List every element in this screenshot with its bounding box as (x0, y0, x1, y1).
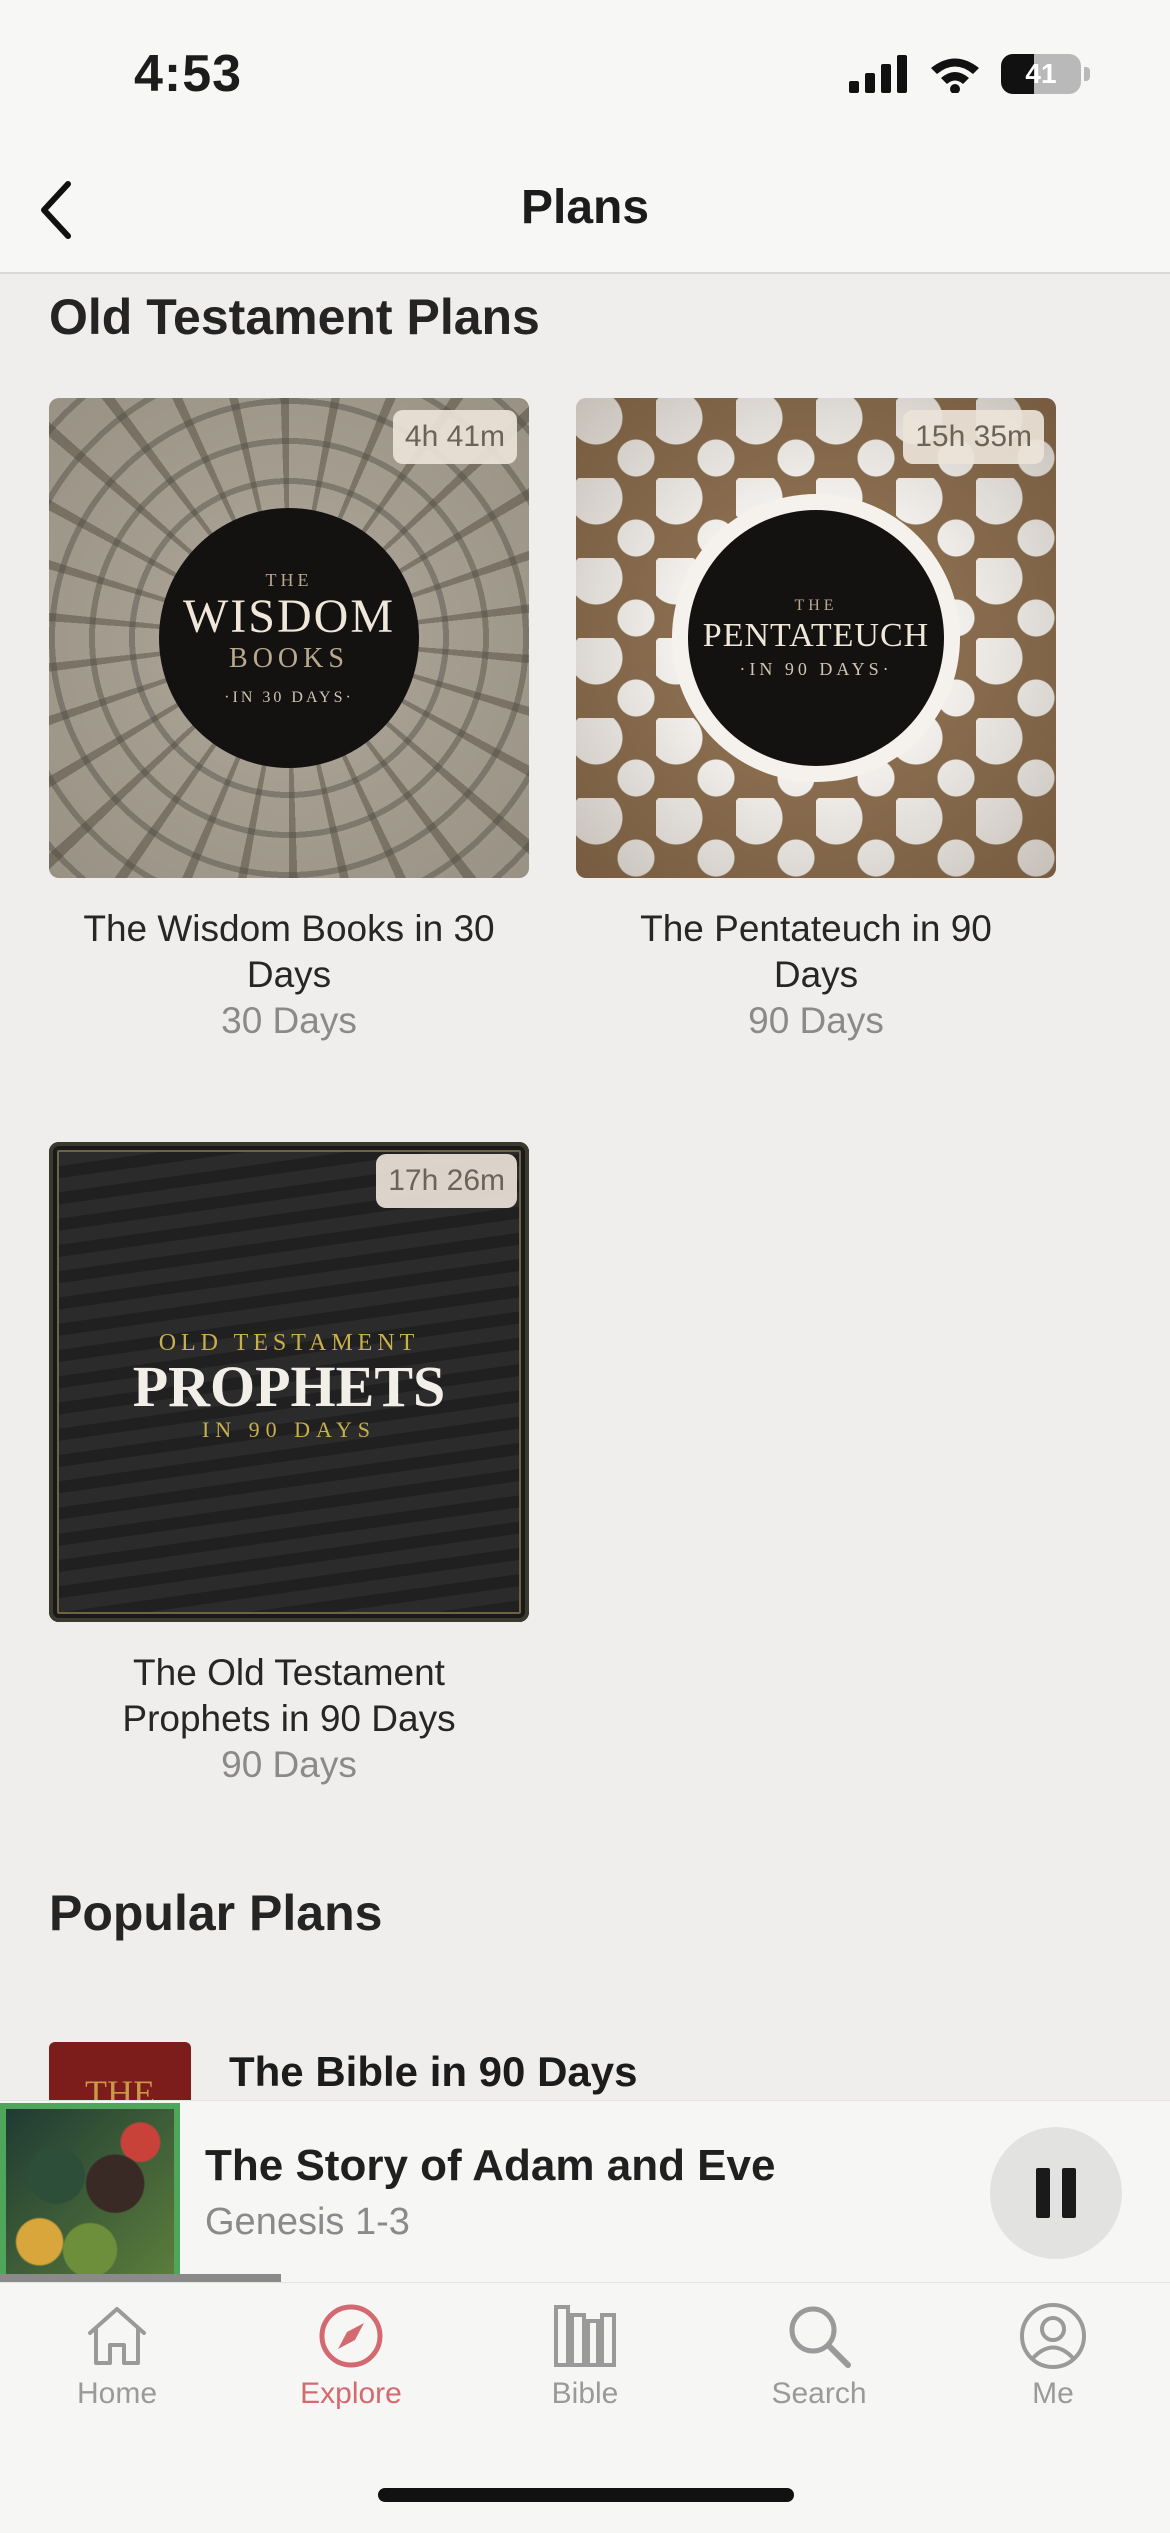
duration-badge: 17h 26m (376, 1154, 517, 1208)
tab-home[interactable]: Home (0, 2301, 234, 2411)
plan-card-prophets[interactable]: OLD TESTAMENT PROPHETS IN 90 DAYS 17h 26… (49, 1142, 529, 1788)
cover-text-bottom: IN 90 DAYS (201, 1417, 377, 1442)
now-playing-subtitle: Genesis 1-3 (205, 2201, 410, 2243)
now-playing-bar[interactable]: The Story of Adam and Eve Genesis 1-3 (0, 2100, 1170, 2283)
house-icon (88, 2307, 146, 2365)
cover-text-second: BOOKS (229, 642, 349, 674)
plan-card-wisdom-books[interactable]: THE WISDOM BOOKS ·IN 30 DAYS· 4h 41m The… (49, 398, 529, 1044)
popular-plan-item[interactable]: THE The Bible in 90 Days (0, 2030, 1170, 2100)
home-indicator (378, 2488, 794, 2502)
cover-text-bottom: ·IN 90 DAYS· (739, 658, 893, 679)
cover-text-top: OLD TESTAMENT (158, 1330, 420, 1356)
tab-search[interactable]: Search (702, 2301, 936, 2411)
popular-plan-title: The Bible in 90 Days (229, 2048, 638, 2095)
cover-text-main: WISDOM (183, 589, 395, 643)
section-title-popular: Popular Plans (49, 1885, 383, 1941)
tab-bible[interactable]: Bible (468, 2301, 702, 2411)
status-bar: 4:53 41 (0, 0, 1170, 150)
status-icons: 41 (849, 54, 1090, 94)
battery-level: 41 (1025, 58, 1057, 89)
plan-card-pentateuch[interactable]: THE PENTATEUCH ·IN 90 DAYS· 15h 35m The … (576, 398, 1056, 1044)
plan-duration: 30 Days (221, 1000, 357, 1041)
compass-icon (319, 2304, 383, 2368)
books-icon (554, 2305, 616, 2367)
pause-icon (1036, 2168, 1076, 2218)
tab-label: Search (771, 2377, 867, 2410)
plan-duration: 90 Days (221, 1744, 357, 1785)
playback-progress-fill (0, 2274, 281, 2282)
person-circle-icon (1020, 2303, 1086, 2369)
nav-bar: Plans (0, 150, 1170, 274)
tab-explore[interactable]: Explore (234, 2301, 468, 2411)
popular-plan-thumbnail: THE (49, 2042, 191, 2100)
plan-cover-pentateuch: THE PENTATEUCH ·IN 90 DAYS· 15h 35m (576, 398, 1056, 878)
cellular-signal-icon (849, 55, 907, 93)
now-playing-title: The Story of Adam and Eve (205, 2141, 776, 2190)
plan-cover-wisdom: THE WISDOM BOOKS ·IN 30 DAYS· 4h 41m (49, 398, 529, 878)
battery-tip (1084, 67, 1090, 81)
cover-text-bottom: ·IN 30 DAYS· (224, 688, 354, 706)
duration-badge: 15h 35m (903, 410, 1044, 464)
plan-title: The Pentateuch in 90 Days (640, 908, 992, 995)
section-title-old-testament: Old Testament Plans (49, 289, 540, 345)
cover-text-top: THE (794, 596, 838, 614)
cover-text-main: PENTATEUCH (702, 616, 930, 654)
plan-duration: 90 Days (748, 1000, 884, 1041)
tab-label: Explore (300, 2377, 402, 2410)
plan-title: The Old Testament Prophets in 90 Days (122, 1652, 456, 1739)
tab-label: Bible (551, 2377, 619, 2410)
duration-badge: 4h 41m (392, 410, 517, 464)
pause-button[interactable] (990, 2127, 1122, 2259)
cover-text-top: THE (265, 569, 313, 590)
wifi-icon (931, 58, 979, 93)
cover-text-main: PROPHETS (132, 1354, 446, 1419)
tab-me[interactable]: Me (936, 2301, 1170, 2411)
tab-label: Home (76, 2377, 158, 2410)
cover-seal: THE WISDOM BOOKS ·IN 30 DAYS· (159, 508, 419, 768)
playback-progress (0, 2274, 1170, 2282)
magnifier-icon (789, 2306, 851, 2368)
battery-icon: 41 (1001, 54, 1081, 94)
now-playing-artwork (0, 2103, 180, 2281)
status-time: 4:53 (134, 45, 243, 103)
plan-cover-prophets: OLD TESTAMENT PROPHETS IN 90 DAYS 17h 26… (49, 1142, 529, 1622)
tab-label: Me (1032, 2377, 1074, 2410)
plan-title: The Wisdom Books in 30 Days (83, 908, 495, 995)
cover-seal: THE PENTATEUCH ·IN 90 DAYS· (688, 510, 944, 766)
page-title: Plans (520, 181, 650, 234)
